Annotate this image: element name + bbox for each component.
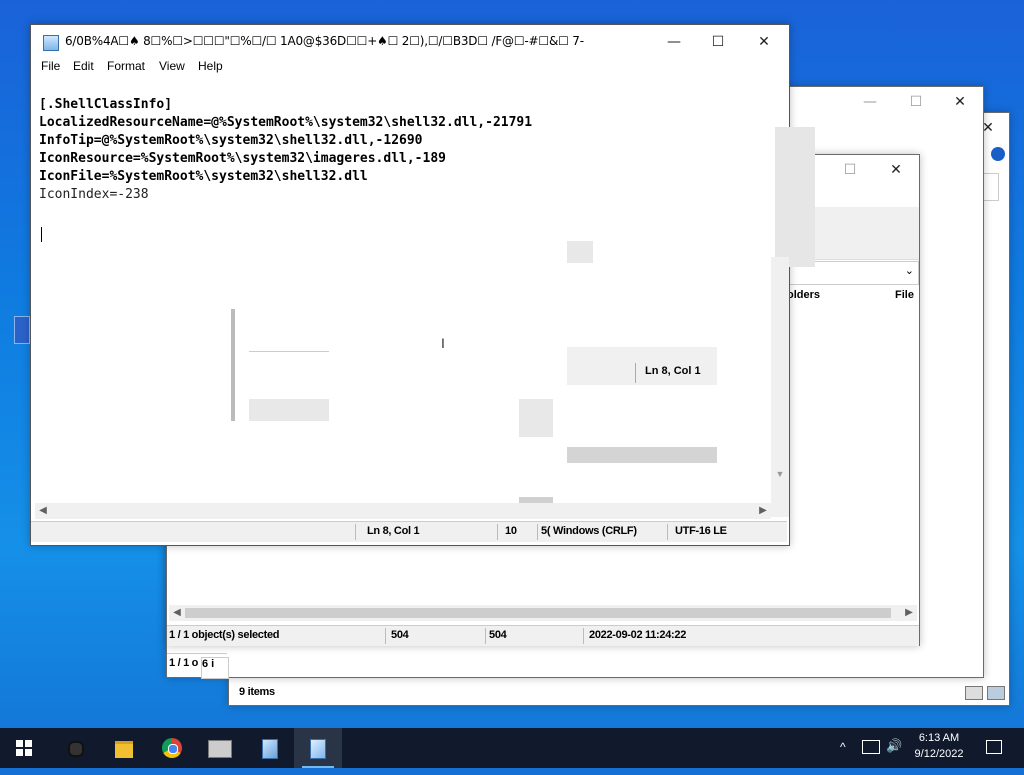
scroll-thumb[interactable] (185, 608, 891, 618)
minimize-icon[interactable]: — (847, 87, 893, 117)
ghost-fragment (249, 399, 329, 421)
line-ending: Windows (CRLF) (553, 525, 637, 537)
notepad-horizontal-scrollbar[interactable]: ◀ ▶ (35, 503, 771, 519)
ghost-fragment (249, 351, 329, 352)
zoom-level: 10 (505, 525, 517, 537)
cortana-button[interactable] (52, 728, 100, 768)
window-title: 6/0B%4A☐♠ 8☐%☐>☐☐☐"☐%☐/☐ 1A0@$36D☐☐+♠☐ 2… (65, 34, 584, 48)
scroll-left-icon[interactable]: ◀ (35, 503, 51, 519)
ibeam-cursor-icon: I (441, 335, 445, 351)
status-size-on-disk: 504 (489, 629, 507, 641)
scroll-left-icon[interactable]: ◀ (169, 605, 185, 621)
items-count: 9 items (239, 686, 275, 698)
zoom-level-ghost: 5( (541, 525, 551, 537)
ghost-position: Ln 8, Col 1 (645, 365, 701, 377)
archive-app-icon (208, 740, 232, 758)
horizontal-scrollbar[interactable]: ◀ ▶ (169, 605, 917, 621)
column-header-folders[interactable]: olders (787, 289, 820, 301)
cortana-icon (68, 741, 84, 757)
start-button[interactable] (0, 728, 48, 768)
cursor-position: Ln 8, Col 1 (367, 525, 420, 537)
taskbar-app-3[interactable] (196, 728, 244, 768)
text-line: IconResource=%SystemRoot%\system32\image… (39, 151, 446, 166)
taskbar-app-4[interactable] (246, 728, 294, 768)
close-icon[interactable]: ✕ (937, 87, 983, 117)
column-header-file[interactable]: File (895, 289, 914, 301)
text-line: IconIndex=-238 (39, 187, 149, 202)
text-line: InfoTip=@%SystemRoot%\system32\shell32.d… (39, 133, 423, 148)
notepad-titlebar[interactable]: 6/0B%4A☐♠ 8☐%☐>☐☐☐"☐%☐/☐ 1A0@$36D☐☐+♠☐ 2… (31, 25, 789, 57)
menu-view[interactable]: View (159, 59, 185, 73)
taskbar: ^ 🔊 6:13 AM 9/12/2022 (0, 728, 1024, 768)
chrome-icon (162, 738, 182, 758)
windows-start-icon (16, 740, 32, 756)
scroll-down-icon[interactable]: ▼ (771, 469, 789, 483)
notepad-icon (43, 35, 59, 51)
status-date: 2022-09-02 11:24:22 (589, 629, 687, 641)
help-icon[interactable] (991, 147, 1005, 161)
taskbar-file-explorer[interactable] (100, 728, 148, 768)
taskbar-chrome[interactable] (148, 728, 196, 768)
clock-time[interactable]: 6:13 AM (904, 732, 974, 744)
ghost-fragment (775, 127, 815, 267)
volume-icon[interactable]: 🔊 (886, 738, 902, 754)
text-editor[interactable]: [.ShellClassInfo] LocalizedResourceName=… (35, 77, 815, 515)
ghost-fragment (567, 447, 717, 463)
notepad-window: 6/0B%4A☐♠ 8☐%☐>☐☐☐"☐%☐/☐ 1A0@$36D☐☐+♠☐ 2… (30, 24, 815, 546)
maximize-icon[interactable]: ☐ (893, 87, 939, 117)
maximize-icon[interactable]: ☐ (827, 155, 873, 185)
menu-bar: File Edit Format View Help (31, 57, 789, 77)
notepad-statusbar: Ln 8, Col 1 10 5( Windows (CRLF) UTF-16 … (31, 521, 787, 542)
close-icon[interactable]: ✕ (741, 27, 787, 57)
ghost-fragment (231, 309, 235, 421)
notifications-icon[interactable] (986, 740, 1002, 754)
text-line: IconFile=%SystemRoot%\system32\shell32.d… (39, 169, 368, 184)
status-size: 504 (391, 629, 409, 641)
menu-format[interactable]: Format (107, 59, 145, 73)
file-explorer-icon (115, 741, 133, 758)
clock-date[interactable]: 9/12/2022 (904, 748, 974, 760)
details-view-icon[interactable] (965, 686, 983, 700)
notepad-icon (262, 739, 278, 759)
scroll-right-icon[interactable]: ▶ (755, 503, 771, 519)
explorer-back-statusbar: 9 items (229, 683, 1009, 703)
close-icon[interactable]: ✕ (873, 155, 919, 185)
status-items-behind: 6 i (201, 657, 229, 679)
text-caret (41, 227, 42, 242)
text-line: [.ShellClassInfo] (39, 97, 173, 112)
vertical-scrollbar[interactable]: ▼ (771, 257, 789, 517)
menu-file[interactable]: File (41, 59, 60, 73)
menu-help[interactable]: Help (198, 59, 223, 73)
taskbar-notepad-active[interactable] (294, 728, 342, 768)
ghost-fragment (519, 399, 553, 437)
text-line: LocalizedResourceName=@%SystemRoot%\syst… (39, 115, 533, 130)
scroll-right-icon[interactable]: ▶ (901, 605, 917, 621)
encoding: UTF-16 LE (675, 525, 727, 537)
desktop-shortcut-icon[interactable] (14, 316, 30, 344)
large-icons-view-icon[interactable] (987, 686, 1005, 700)
ghost-fragment (567, 241, 593, 263)
maximize-icon[interactable]: ☐ (695, 27, 741, 57)
status-selected: 1 / 1 object(s) selected (169, 629, 280, 641)
explorer-statusbar: 1 / 1 object(s) selected 504 504 2022-09… (167, 625, 919, 646)
notepad-icon (310, 739, 326, 759)
ghost-statusbar: Ln 8, Col 1 (567, 347, 717, 385)
network-icon[interactable] (862, 740, 880, 754)
show-hidden-icons-icon[interactable]: ^ (840, 740, 846, 754)
minimize-icon[interactable]: — (651, 27, 697, 57)
status-selected-behind: 1 / 1 o (169, 657, 199, 669)
menu-edit[interactable]: Edit (73, 59, 94, 73)
chevron-down-icon[interactable]: ⌄ (905, 264, 914, 277)
